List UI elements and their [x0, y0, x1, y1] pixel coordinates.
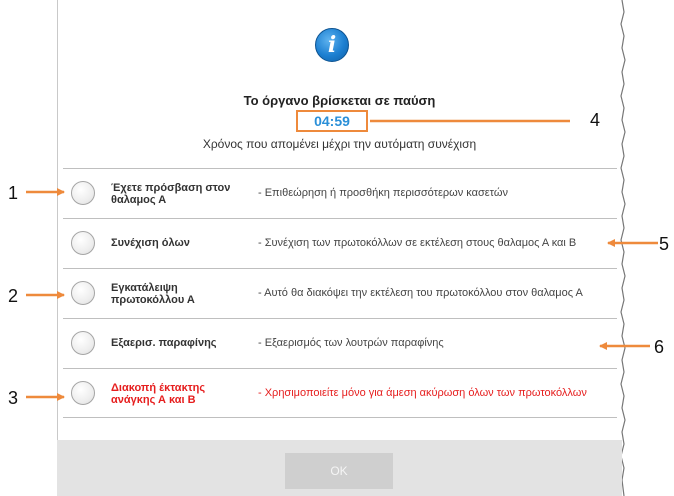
callout-arrows — [26, 119, 658, 401]
callout-number-4: 4 — [590, 110, 601, 130]
callout-number-3: 3 — [8, 388, 19, 408]
callout-number-2: 2 — [8, 286, 19, 306]
callout-number-6: 6 — [654, 337, 665, 357]
callout-number-5: 5 — [659, 234, 670, 254]
callout-number-1: 1 — [8, 183, 19, 203]
